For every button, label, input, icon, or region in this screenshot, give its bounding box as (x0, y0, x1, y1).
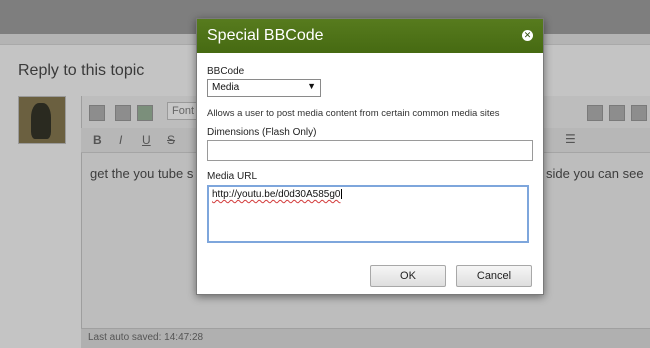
bbcode-description: Allows a user to post media content from… (207, 108, 500, 119)
list-icon[interactable]: ☰ (565, 132, 576, 146)
media-url-field[interactable]: http://youtu.be/d0d30A585g0 (207, 185, 529, 243)
dimensions-field[interactable] (207, 140, 533, 161)
cancel-button[interactable]: Cancel (456, 265, 532, 287)
bbcode-label: BBCode (207, 66, 245, 77)
strike-button[interactable]: S (167, 133, 175, 147)
special-bbcode-dialog: Special BBCode ✕ BBCode Media ▼ Allows a… (196, 18, 544, 295)
ok-button[interactable]: OK (370, 265, 446, 287)
bbcode-select-value: Media (212, 82, 240, 93)
editor-footer: Last auto saved: 14:47:28 (81, 328, 650, 348)
eraser-icon[interactable] (115, 105, 131, 121)
media-url-label: Media URL (207, 171, 258, 182)
copy-icon[interactable] (587, 105, 603, 121)
dimensions-label: Dimensions (Flash Only) (207, 127, 317, 138)
paste-icon[interactable] (609, 105, 625, 121)
close-icon[interactable]: ✕ (522, 30, 533, 41)
editor-text-right: side you can see (546, 166, 644, 181)
dialog-header: Special BBCode ✕ (197, 19, 543, 53)
dialog-title: Special BBCode (207, 27, 324, 44)
media-url-value: http://youtu.be/d0d30A585g0 (212, 189, 341, 200)
paste-text-icon[interactable] (631, 105, 647, 121)
bbcode-select[interactable]: Media ▼ (207, 79, 321, 97)
source-icon[interactable] (89, 105, 105, 121)
section-title: Reply to this topic (18, 62, 145, 79)
image-icon[interactable] (137, 105, 153, 121)
underline-button[interactable]: U (142, 133, 151, 147)
bold-button[interactable]: B (93, 133, 102, 147)
italic-button[interactable]: I (119, 133, 122, 147)
text-caret (341, 189, 343, 200)
editor-text-left: get the you tube s (90, 166, 194, 181)
autosave-status: Last auto saved: 14:47:28 (88, 332, 204, 343)
avatar (18, 96, 66, 144)
chevron-down-icon: ▼ (307, 81, 316, 91)
